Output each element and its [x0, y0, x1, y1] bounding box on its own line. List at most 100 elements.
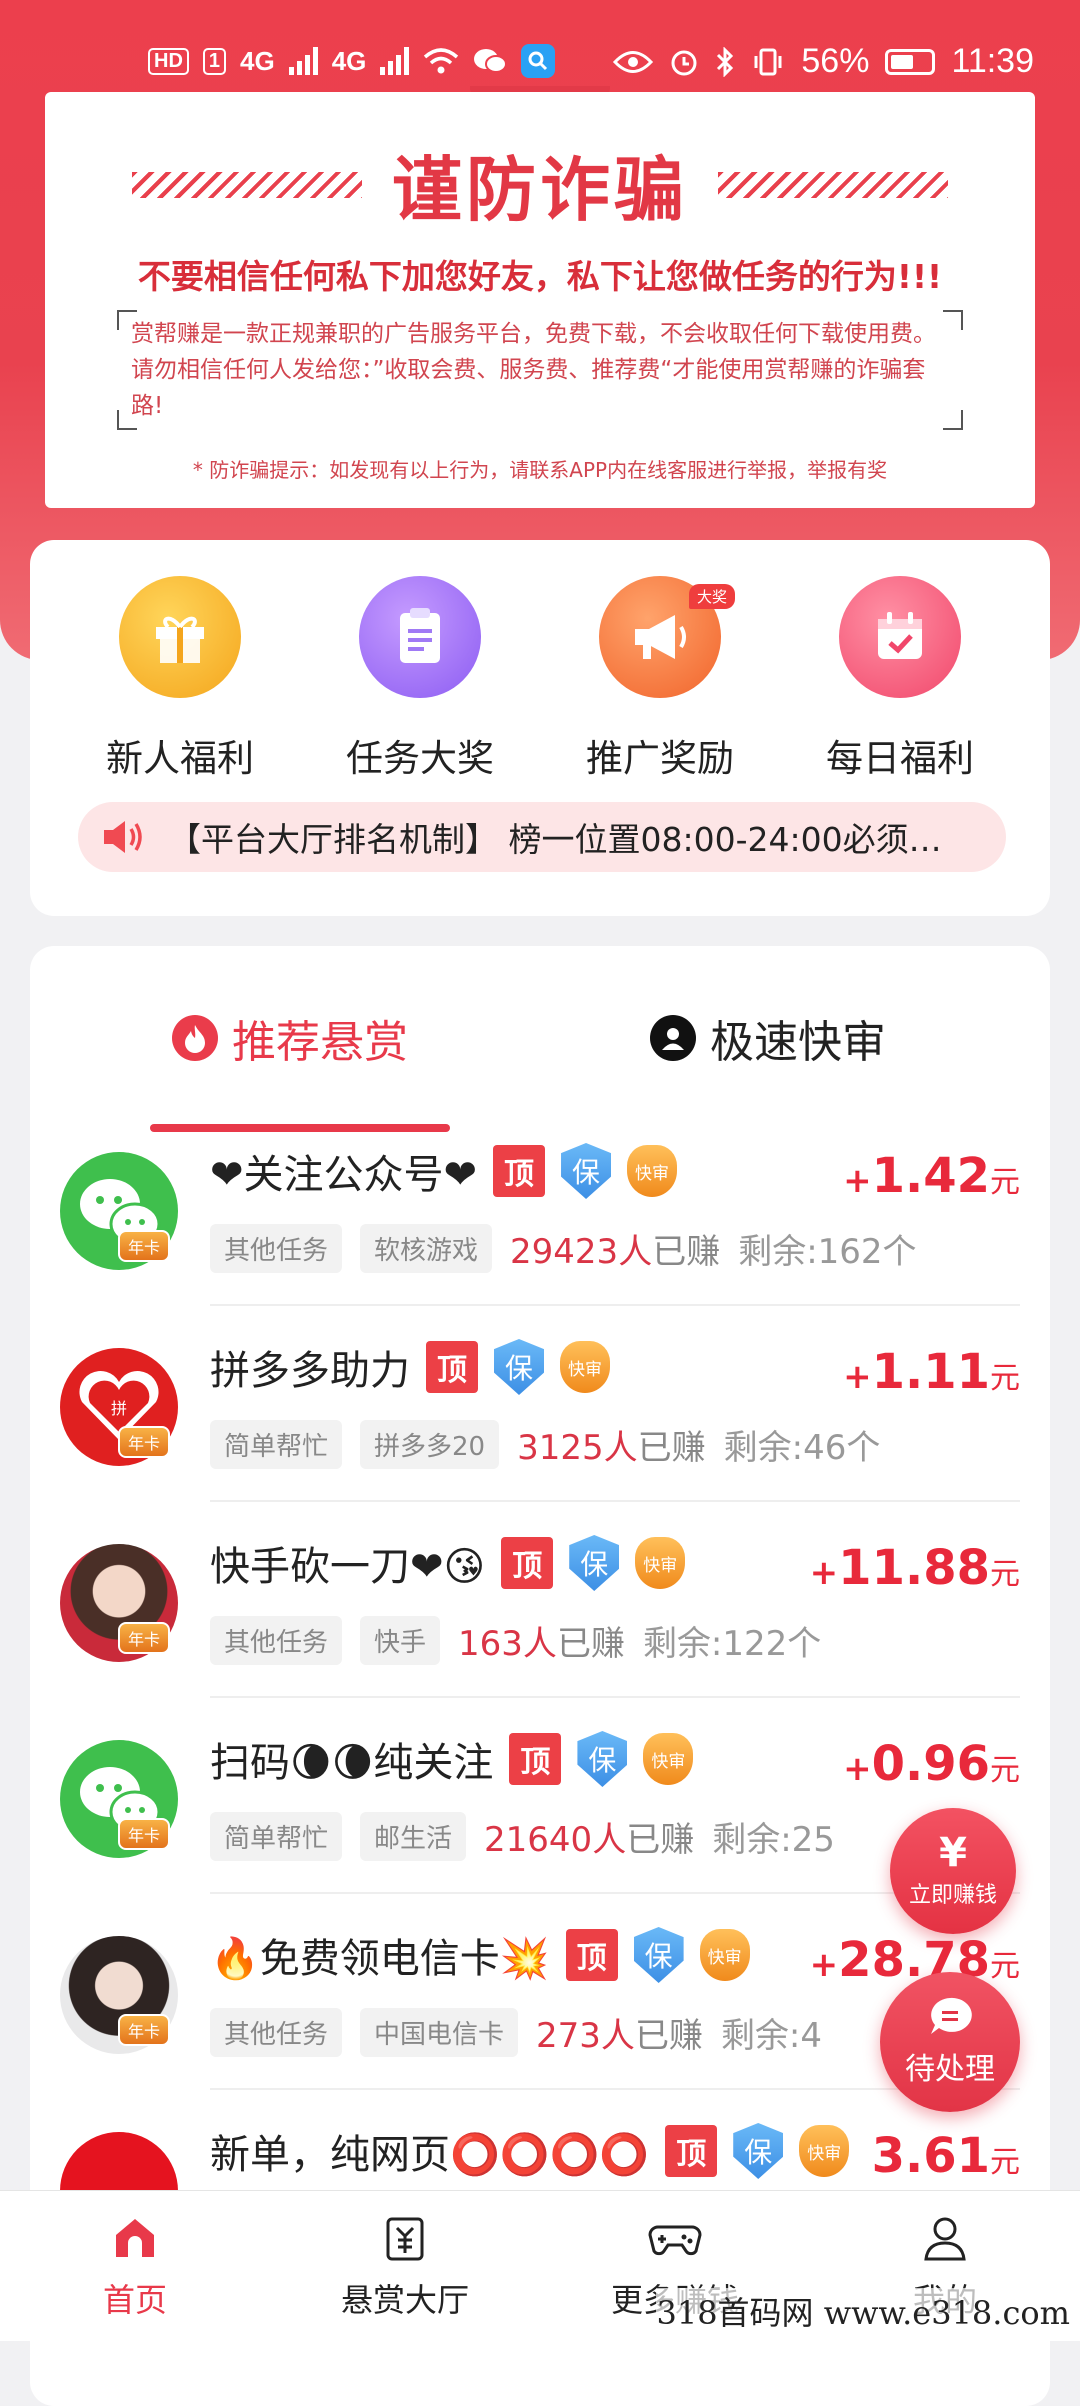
reward-amount: 3.61	[871, 2128, 990, 2184]
top-tag: 顶	[426, 1341, 478, 1393]
task-tabs: 推荐悬赏 极速快审	[30, 1006, 1050, 1132]
gamepad-icon	[648, 2225, 702, 2256]
fast-review-tag: 快审	[560, 1341, 610, 1393]
category-chip: 邮生活	[360, 1812, 467, 1861]
task-title: 扫码🌘🌘纯关注	[210, 1740, 494, 1786]
remaining-count: 剩余:122个	[642, 1624, 822, 1664]
task-title-row: ❤关注公众号❤ 顶 保 快审	[210, 1142, 678, 1200]
signal-icon	[380, 47, 410, 75]
nav-home[interactable]: 首页	[0, 2191, 270, 2341]
warning-title: 谨防诈骗	[392, 148, 688, 231]
nav-label: 首页	[102, 2281, 167, 2319]
chat-bubble-icon	[931, 1997, 972, 2034]
reward-amount: 1.11	[871, 1344, 990, 1400]
earned-count: 163人已赚	[458, 1616, 625, 1665]
reward-unit: 元	[990, 1949, 1020, 1984]
calendar-check-icon	[839, 576, 961, 698]
earned-count: 21640人已赚	[484, 1812, 694, 1861]
tab-label: 推荐悬赏	[232, 1017, 408, 1068]
earned-count: 29423人已赚	[510, 1224, 720, 1273]
earn-now-button[interactable]: ¥ 立即赚钱	[890, 1808, 1016, 1934]
hatch-decoration-right	[718, 171, 948, 198]
pending-label: 待处理	[905, 2052, 995, 2087]
earned-count: 273人已赚	[536, 2008, 703, 2057]
earned-number: 21640人	[484, 1820, 627, 1860]
top-tag: 顶	[509, 1733, 562, 1785]
user-circle-icon	[650, 1015, 696, 1061]
menu-item-label: 新人福利	[106, 737, 254, 780]
menu-item-label: 每日福利	[826, 737, 974, 780]
nav-reward-hall[interactable]: 悬赏大厅	[270, 2191, 540, 2341]
plus-sign: +	[843, 1749, 872, 1789]
menu-item-daily-benefit[interactable]: 每日福利	[780, 576, 1020, 782]
flame-icon	[172, 1015, 218, 1061]
category-chip: 其他任务	[210, 1224, 343, 1273]
svg-text:拼: 拼	[111, 1399, 127, 1418]
guarantee-shield-icon: 保	[569, 1535, 620, 1591]
task-title-row: 🔥免费领电信卡💥 顶 保 快审	[210, 1926, 750, 1984]
category-chip: 快手	[360, 1616, 441, 1665]
task-title-row: 拼多多助力 顶 保 快审	[210, 1338, 610, 1396]
big-prize-badge: 大奖	[688, 584, 735, 609]
earned-number: 3125人	[517, 1428, 638, 1468]
tab-fast-review[interactable]: 极速快审	[650, 1006, 886, 1070]
guarantee-shield-icon: 保	[561, 1143, 612, 1199]
gift-icon	[119, 576, 241, 698]
network-label-2: 4G	[331, 45, 367, 76]
task-title: ❤关注公众号❤	[210, 1152, 478, 1198]
task-meta: 其他任务 中国电信卡 273人已赚 剩余:4	[210, 2008, 822, 2057]
category-chip: 其他任务	[210, 1616, 343, 1665]
remaining-count: 剩余:4	[720, 2016, 823, 2056]
guarantee-shield-icon: 保	[577, 1731, 628, 1787]
top-tag: 顶	[565, 1929, 618, 1981]
menu-item-promotion-reward[interactable]: 大奖 推广奖励	[540, 576, 780, 782]
fast-review-tag: 快审	[643, 1733, 694, 1785]
home-icon	[116, 2219, 154, 2257]
earned-suffix: 已赚	[637, 1428, 706, 1468]
reward-amount: 1.42	[871, 1148, 990, 1204]
fraud-warning-card: 谨防诈骗 不要相信任何私下加您好友，私下让您做任务的行为!!! 赏帮赚是一款正规…	[45, 92, 1035, 508]
notice-marquee[interactable]: 【平台大厅排名机制】 榜一位置08:00-24:00必须…	[78, 802, 1006, 872]
earned-suffix: 已赚	[634, 2016, 703, 2056]
task-reward: +0.96元	[843, 1736, 1020, 1792]
task-row[interactable]: 拼 年卡 拼多多助力 顶 保 快审 +1.11元 简单帮忙 拼多多20 3125…	[30, 1306, 1050, 1502]
tab-recommended[interactable]: 推荐悬赏	[172, 1006, 408, 1070]
task-title-row: 新单，纯网页⭕⭕⭕⭕ 顶 保 快审	[210, 2122, 850, 2180]
task-title: 拼多多助力	[210, 1348, 410, 1394]
task-reward: +1.42元	[843, 1148, 1020, 1204]
eye-icon	[613, 50, 654, 73]
task-meta: 简单帮忙 拼多多20 3125人已赚 剩余:46个	[210, 1420, 880, 1469]
menu-item-task-prize[interactable]: 任务大奖	[300, 576, 540, 782]
task-title: 快手砍一刀❤😘	[210, 1544, 486, 1590]
status-bar: HD 1 4G 4G 56% 11:39	[0, 0, 1080, 90]
clock: 11:39	[951, 42, 1034, 80]
earned-number: 163人	[458, 1624, 557, 1664]
network-label-1: 4G	[240, 45, 275, 76]
category-chip: 其他任务	[210, 2008, 343, 2057]
warning-title-row: 谨防诈骗	[45, 134, 1035, 235]
search-app-icon	[521, 44, 556, 78]
task-title: 新单，纯网页⭕⭕⭕⭕	[210, 2132, 650, 2178]
reward-unit: 元	[990, 1165, 1020, 1200]
plus-sign: +	[843, 1357, 872, 1397]
site-watermark: 318首码网 www.e318.com	[656, 2288, 1070, 2334]
task-reward: +1.11元	[843, 1344, 1020, 1400]
task-meta: 其他任务 快手 163人已赚 剩余:122个	[210, 1616, 821, 1665]
tab-label: 极速快审	[710, 1017, 886, 1068]
task-row[interactable]: 年卡 ❤关注公众号❤ 顶 保 快审 +1.42元 其他任务 软核游戏 29423…	[30, 1110, 1050, 1306]
menu-item-newbie-benefit[interactable]: 新人福利	[60, 576, 300, 782]
remaining-count: 剩余:162个	[738, 1232, 917, 1272]
warning-body-text: 赏帮赚是一款正规兼职的广告服务平台，免费下载，不会收取任何下载使用费。请勿相信任…	[131, 321, 936, 419]
fast-review-tag: 快审	[635, 1537, 686, 1589]
reward-unit: 元	[990, 1753, 1020, 1788]
task-reward: 3.61元	[872, 2128, 1020, 2184]
top-tag: 顶	[501, 1537, 554, 1589]
category-chip: 软核游戏	[360, 1224, 493, 1273]
pending-button[interactable]: 待处理	[880, 1972, 1020, 2112]
vibrate-icon	[754, 48, 782, 75]
task-row[interactable]: 年卡 快手砍一刀❤😘 顶 保 快审 +11.88元 其他任务 快手 163人已赚…	[30, 1502, 1050, 1698]
battery-icon	[885, 48, 936, 75]
speaker-icon	[100, 813, 148, 861]
top-tag: 顶	[665, 2125, 718, 2177]
year-card-badge: 年卡	[118, 1818, 171, 1850]
